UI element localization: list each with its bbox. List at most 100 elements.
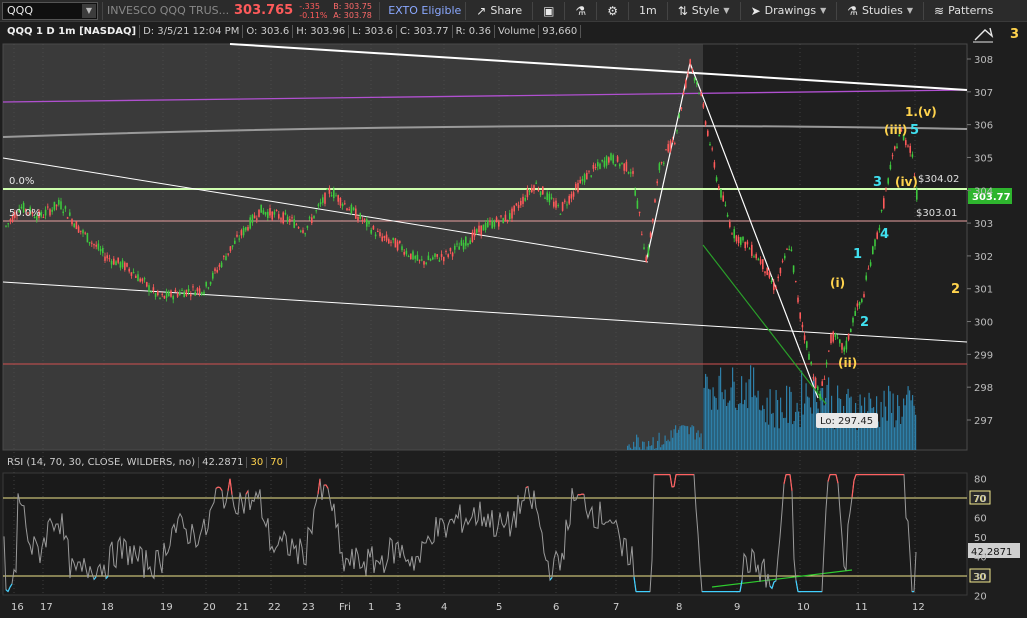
candle-body — [269, 208, 271, 216]
volume-bar — [774, 427, 776, 450]
candle-body — [733, 229, 735, 239]
candle-body — [328, 187, 331, 194]
volume-bar — [669, 441, 671, 450]
candle-body — [346, 208, 348, 211]
candle-body — [115, 261, 117, 266]
candle-body — [553, 201, 555, 207]
candle-body — [880, 210, 883, 212]
volume-bar — [693, 426, 695, 450]
volume-bar — [670, 430, 672, 450]
candle-body — [592, 164, 595, 169]
candle-body — [891, 155, 894, 157]
thinkorswim-chart-window: QQQ ▼ INVESCO QQQ TRUS... 303.765 -.335 … — [0, 0, 1027, 618]
candle-body — [643, 247, 645, 250]
candle-body — [735, 235, 738, 242]
candle-body — [209, 281, 212, 285]
candle-body — [258, 209, 260, 217]
candle-body — [462, 242, 465, 250]
candle-body — [372, 225, 375, 230]
volume-study-label[interactable]: Volume — [495, 25, 540, 38]
volume-bar — [630, 447, 632, 450]
candle-body — [821, 381, 823, 386]
candle-body — [652, 218, 654, 221]
candle-body — [192, 286, 194, 288]
candle-body — [487, 220, 489, 227]
candle-body — [121, 260, 124, 268]
candle-body — [427, 255, 430, 261]
candle-body — [95, 244, 97, 247]
volume-bar — [648, 441, 650, 450]
candle-body — [75, 221, 78, 230]
rsi-tick-label: 30 — [974, 572, 987, 583]
candle-body — [619, 164, 621, 167]
candle-body — [625, 161, 628, 172]
rsi-study-label[interactable]: RSI (14, 70, 30, CLOSE, WILDERS, no) — [4, 457, 200, 468]
candle-body — [845, 340, 848, 350]
candle-body — [106, 255, 108, 259]
candle-body — [473, 229, 476, 237]
volume-bar — [705, 373, 707, 450]
candle-body — [590, 175, 592, 177]
candle-body — [478, 225, 480, 233]
candle-body — [390, 241, 392, 243]
volume-bar — [741, 376, 743, 450]
candle-body — [698, 92, 700, 94]
candle-body — [916, 189, 918, 200]
candle-body — [282, 212, 284, 224]
candle-body — [594, 167, 597, 169]
candle-body — [130, 272, 133, 276]
candle-body — [636, 200, 639, 209]
volume-bar — [702, 448, 704, 450]
volume-bar — [673, 429, 675, 450]
chart-canvas[interactable]: 0.0%50.0%$304.02$303.01Lo: 297.45303.774… — [0, 0, 1027, 618]
volume-bar — [658, 432, 660, 450]
volume-bar — [739, 403, 741, 450]
candle-body — [80, 230, 82, 232]
volume-bar — [714, 396, 716, 450]
candle-body — [566, 204, 568, 206]
volume-bar — [678, 429, 680, 450]
candle-body — [196, 288, 199, 292]
volume-bar — [787, 422, 789, 450]
candle-body — [64, 206, 67, 209]
candle-body — [528, 190, 531, 192]
rsi-level-high: 70 — [267, 457, 287, 468]
candle-body — [465, 236, 467, 246]
volume-bar — [657, 440, 659, 450]
candle-body — [792, 265, 795, 273]
candle-body — [207, 287, 210, 289]
candle-body — [559, 213, 562, 215]
wave-label-i: (i) — [830, 276, 845, 290]
volume-bar — [892, 393, 894, 450]
candle-body — [539, 191, 542, 196]
candle-body — [729, 221, 731, 228]
candle-body — [495, 217, 498, 223]
candle-body — [586, 172, 588, 180]
trend-icon — [974, 27, 994, 41]
volume-bar — [718, 375, 720, 450]
wave-label-ii: (ii) — [838, 356, 857, 370]
candle-body — [535, 182, 537, 184]
volume-bar — [651, 445, 653, 450]
candle-body — [170, 290, 172, 297]
bar-range: R: 0.36 — [453, 25, 496, 38]
candle-body — [47, 206, 49, 208]
candle-body — [856, 303, 859, 307]
candle-body — [69, 212, 71, 216]
time-axis-label: 20 — [203, 602, 216, 613]
candle-body — [414, 255, 416, 259]
candle-body — [302, 230, 304, 233]
volume-bar — [729, 400, 731, 450]
candle-body — [612, 155, 614, 164]
candle-body — [482, 224, 485, 231]
time-axis-label: 17 — [40, 602, 53, 613]
volume-bar — [681, 425, 683, 450]
candle-body — [597, 162, 599, 167]
volume-bar — [663, 444, 665, 450]
volume-bar — [679, 426, 681, 450]
volume-bar — [661, 444, 663, 450]
candle-body — [183, 291, 185, 298]
candle-body — [267, 211, 269, 218]
candle-body — [432, 257, 434, 260]
candle-body — [520, 200, 522, 206]
